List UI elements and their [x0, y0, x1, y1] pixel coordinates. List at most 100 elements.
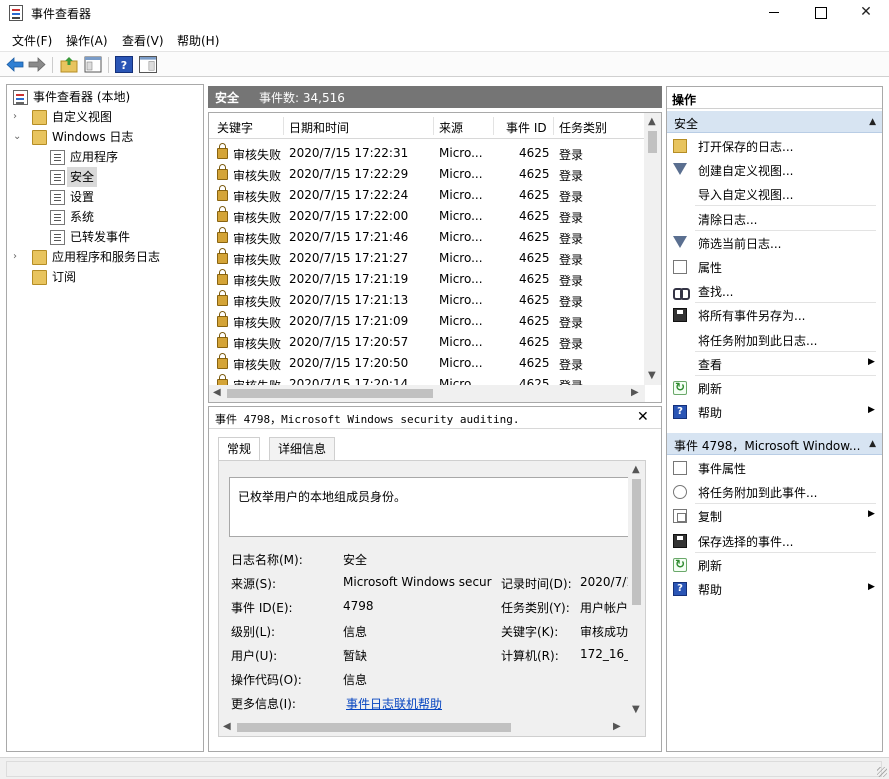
close-icon[interactable]: ✕: [637, 409, 649, 425]
action-item[interactable]: 查找...: [667, 279, 882, 303]
column-divider[interactable]: [493, 117, 494, 135]
table-row[interactable]: 审核失败 2020/7/15 17:22:29 Micro... 4625 登录: [209, 164, 645, 185]
column-datetime[interactable]: 日期和时间: [289, 119, 349, 136]
column-keyword[interactable]: 关键字: [217, 119, 253, 136]
tree-item-setup[interactable]: 设置: [50, 187, 200, 207]
menu-view[interactable]: 查看(V): [122, 32, 164, 49]
tree-item-custom-views[interactable]: › 自定义视图: [13, 107, 201, 127]
tab-general[interactable]: 常规: [218, 437, 261, 462]
action-item[interactable]: 将任务附加到此事件...: [667, 480, 882, 504]
help-icon[interactable]: ?: [115, 56, 133, 73]
action-item[interactable]: ? 帮助 ▶: [667, 577, 882, 601]
column-divider[interactable]: [433, 117, 434, 135]
source-cell: Micro...: [439, 293, 483, 307]
action-item[interactable]: 导入自定义视图...: [667, 182, 882, 206]
action-item[interactable]: 保存选择的事件...: [667, 529, 882, 553]
detail-horizontal-scrollbar[interactable]: ◀ ▶: [219, 719, 628, 736]
tree-item-event-viewer-local[interactable]: 事件查看器 (本地): [13, 87, 201, 107]
actions-section-event[interactable]: 事件 4798，Microsoft Window... ▲: [667, 433, 882, 455]
tree-item-forwarded-events[interactable]: 已转发事件: [50, 227, 200, 247]
action-label: 复制: [698, 510, 723, 525]
resize-grip-icon[interactable]: [877, 767, 887, 777]
tree-item-windows-logs[interactable]: ⌄ Windows 日志: [13, 127, 201, 147]
menu-help[interactable]: 帮助(H): [177, 32, 219, 49]
scrollbar-thumb[interactable]: [648, 131, 657, 153]
table-vertical-scrollbar[interactable]: ▲ ▼: [644, 113, 661, 385]
action-item[interactable]: 将任务附加到此日志...: [667, 328, 882, 352]
column-task-category[interactable]: 任务类别: [559, 119, 607, 136]
scroll-right-arrow-icon[interactable]: ▶: [631, 388, 639, 398]
column-source[interactable]: 来源: [439, 119, 463, 136]
show-hide-tree-icon[interactable]: [84, 56, 102, 73]
scroll-up-arrow-icon[interactable]: ▲: [648, 117, 656, 127]
action-item[interactable]: 创建自定义视图...: [667, 158, 882, 182]
table-horizontal-scrollbar[interactable]: ◀ ▶: [209, 385, 645, 402]
detail-vertical-scrollbar[interactable]: ▲ ▼: [628, 461, 645, 719]
expand-chevron-icon[interactable]: ›: [13, 247, 23, 267]
action-item[interactable]: 筛选当前日志...: [667, 231, 882, 255]
action-item[interactable]: 刷新: [667, 376, 882, 400]
tree-item-subscriptions[interactable]: 订阅: [13, 267, 201, 287]
actions-section-security[interactable]: 安全 ▲: [667, 111, 882, 133]
task-category-cell: 登录: [559, 211, 584, 225]
tree-item-security[interactable]: 安全: [50, 167, 200, 187]
folder-up-icon[interactable]: [60, 56, 78, 73]
action-pane-icon[interactable]: [139, 56, 157, 73]
table-header: 关键字 日期和时间 来源 事件 ID 任务类别: [209, 113, 645, 139]
minimize-button[interactable]: [751, 0, 797, 26]
scroll-down-arrow-icon[interactable]: ▼: [632, 705, 640, 715]
collapse-chevron-icon[interactable]: ⌄: [13, 127, 23, 147]
expand-chevron-icon[interactable]: ›: [13, 107, 23, 127]
table-row[interactable]: 审核失败 2020/7/15 17:21:19 Micro... 4625 登录: [209, 269, 645, 290]
event-detail-pane: 事件 4798，Microsoft Windows security audit…: [208, 406, 662, 752]
table-row[interactable]: 审核失败 2020/7/15 17:21:09 Micro... 4625 登录: [209, 311, 645, 332]
action-item[interactable]: ? 帮助 ▶: [667, 400, 882, 424]
forward-arrow-icon[interactable]: [28, 56, 46, 73]
action-label: 导入自定义视图...: [698, 188, 794, 203]
event-viewer-icon: [9, 5, 23, 21]
table-row[interactable]: 审核失败 2020/7/15 17:22:31 Micro... 4625 登录: [209, 143, 645, 164]
online-help-link[interactable]: 事件日志联机帮助: [346, 695, 442, 712]
action-item[interactable]: 查看 ▶: [667, 352, 882, 376]
scroll-left-arrow-icon[interactable]: ◀: [223, 722, 231, 732]
scroll-up-arrow-icon[interactable]: ▲: [632, 465, 640, 475]
collapse-arrow-icon[interactable]: ▲: [869, 439, 876, 449]
action-item[interactable]: 打开保存的日志...: [667, 134, 882, 158]
event-description-box[interactable]: 已枚举用户的本地组成员身份。: [229, 477, 630, 537]
scroll-right-arrow-icon[interactable]: ▶: [613, 722, 621, 732]
action-item[interactable]: 复制 ▶: [667, 504, 882, 528]
tab-details[interactable]: 详细信息: [269, 437, 336, 461]
action-item[interactable]: 刷新: [667, 553, 882, 577]
collapse-arrow-icon[interactable]: ▲: [869, 117, 876, 127]
column-divider[interactable]: [553, 117, 554, 135]
scrollbar-thumb[interactable]: [632, 479, 641, 605]
action-item[interactable]: 清除日志...: [667, 207, 882, 231]
actions-header: 操作: [667, 87, 882, 109]
action-item[interactable]: 将所有事件另存为...: [667, 303, 882, 327]
table-row[interactable]: 审核失败 2020/7/15 17:20:57 Micro... 4625 登录: [209, 332, 645, 353]
submenu-arrow-icon: ▶: [868, 509, 875, 520]
maximize-button[interactable]: [797, 0, 843, 26]
task-category-cell: 登录: [559, 253, 584, 267]
table-row[interactable]: 审核失败 2020/7/15 17:20:50 Micro... 4625 登录: [209, 353, 645, 374]
scrollbar-thumb[interactable]: [227, 389, 433, 398]
table-row[interactable]: 审核失败 2020/7/15 17:22:24 Micro... 4625 登录: [209, 185, 645, 206]
menu-action[interactable]: 操作(A): [66, 32, 108, 49]
menu-file[interactable]: 文件(F): [12, 32, 52, 49]
scroll-left-arrow-icon[interactable]: ◀: [213, 388, 221, 398]
close-button[interactable]: ✕: [843, 0, 889, 26]
tree-item-application[interactable]: 应用程序: [50, 147, 200, 167]
column-divider[interactable]: [283, 117, 284, 135]
table-row[interactable]: 审核失败 2020/7/15 17:21:46 Micro... 4625 登录: [209, 227, 645, 248]
tree-item-app-service-logs[interactable]: › 应用程序和服务日志: [13, 247, 201, 267]
back-arrow-icon[interactable]: [6, 56, 24, 73]
table-row[interactable]: 审核失败 2020/7/15 17:21:27 Micro... 4625 登录: [209, 248, 645, 269]
scrollbar-thumb[interactable]: [237, 723, 511, 732]
tree-item-system[interactable]: 系统: [50, 207, 200, 227]
table-row[interactable]: 审核失败 2020/7/15 17:21:13 Micro... 4625 登录: [209, 290, 645, 311]
scroll-down-arrow-icon[interactable]: ▼: [648, 371, 656, 381]
column-event-id[interactable]: 事件 ID: [506, 119, 547, 136]
action-item[interactable]: 事件属性: [667, 456, 882, 480]
table-row[interactable]: 审核失败 2020/7/15 17:22:00 Micro... 4625 登录: [209, 206, 645, 227]
action-item[interactable]: 属性: [667, 255, 882, 279]
